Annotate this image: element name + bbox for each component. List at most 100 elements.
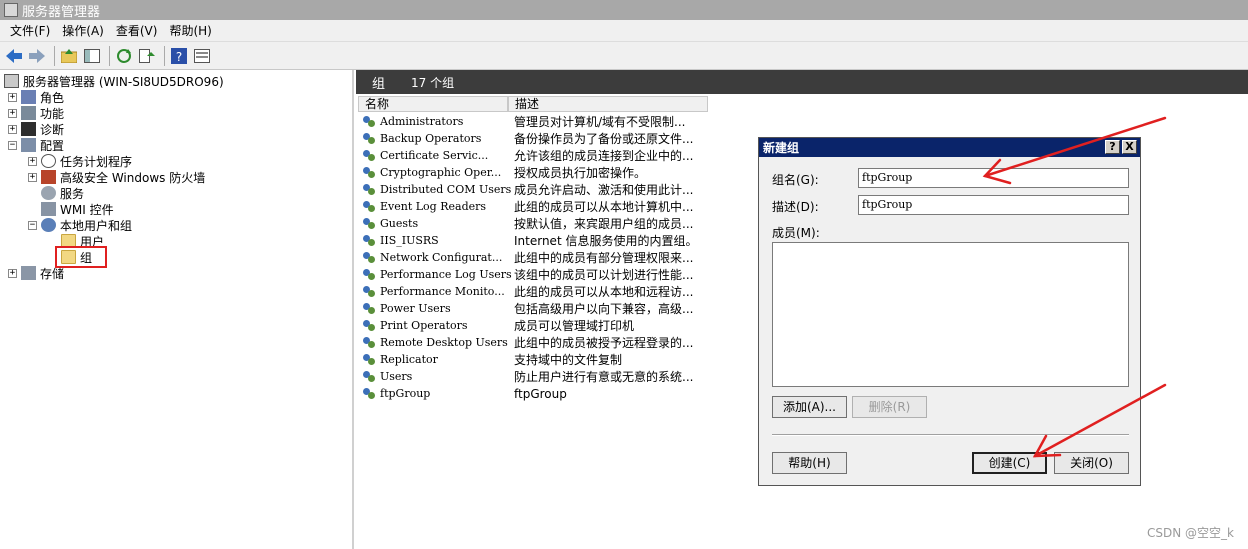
table-row[interactable]: Users 防止用户进行有意或无意的系统... [356, 368, 716, 385]
expand-icon[interactable]: + [28, 156, 37, 166]
show-hide-tree-icon[interactable] [82, 46, 102, 66]
group-icon [362, 319, 377, 333]
gear-icon [41, 186, 56, 200]
group-icon [362, 353, 377, 367]
help-icon[interactable]: ? [169, 46, 189, 66]
table-row[interactable]: Event Log Readers 此组的成员可以从本地计算机中... [356, 198, 716, 215]
group-name-cell: Users [362, 370, 512, 384]
dialog-help-button[interactable]: ? [1105, 140, 1120, 154]
menu-view[interactable]: 查看(V) [110, 22, 164, 39]
column-header-description[interactable]: 描述 [508, 96, 708, 112]
expand-icon[interactable]: + [8, 108, 17, 118]
group-name-text: Event Log Readers [380, 200, 487, 213]
menu-action[interactable]: 操作(A) [56, 22, 110, 39]
tree-item-label: 功能 [40, 106, 65, 121]
close-button[interactable]: 关闭(O) [1054, 452, 1129, 474]
table-row[interactable]: IIS_IUSRS Internet 信息服务使用的内置组。 [356, 232, 716, 249]
menu-bar: 文件(F) 操作(A) 查看(V) 帮助(H) [0, 20, 1248, 42]
group-name-cell: Performance Monito... [362, 285, 512, 299]
window-title: 服务器管理器 [22, 4, 101, 20]
tree-item-wmi-control[interactable]: WMI 控件 [41, 201, 114, 217]
group-description-cell: 包括高级用户以向下兼容，高级... [514, 302, 694, 316]
tree-item-label: 服务 [60, 186, 85, 201]
table-row[interactable]: Replicator 支持域中的文件复制 [356, 351, 716, 368]
expand-icon[interactable]: + [28, 172, 37, 182]
tree-item-roles[interactable]: + 角色 [8, 89, 64, 105]
add-member-button[interactable]: 添加(A)... [772, 396, 847, 418]
table-row[interactable]: Power Users 包括高级用户以向下兼容，高级... [356, 300, 716, 317]
forward-icon[interactable] [27, 46, 47, 66]
group-description-cell: 成员可以管理域打印机 [514, 319, 635, 333]
group-description-cell: Internet 信息服务使用的内置组。 [514, 234, 698, 248]
group-name-text: Users [380, 370, 413, 383]
group-name-cell: Power Users [362, 302, 512, 316]
tree-root[interactable]: 服务器管理器 (WIN-SI8UD5DRO96) [4, 73, 224, 89]
tree-item-local-users-groups[interactable]: − 本地用户和组 [28, 217, 132, 233]
group-name-cell: Event Log Readers [362, 200, 512, 214]
tree-item-diagnostics[interactable]: + 诊断 [8, 121, 64, 137]
table-row[interactable]: Administrators 管理员对计算机/域有不受限制... [356, 113, 716, 130]
table-row[interactable]: Performance Log Users 该组中的成员可以计划进行性能... [356, 266, 716, 283]
group-description-cell: 此组中的成员被授予远程登录的... [514, 336, 694, 350]
table-row[interactable]: Network Configurat... 此组中的成员有部分管理权限来... [356, 249, 716, 266]
group-description-cell: ftpGroup [514, 386, 567, 401]
group-description-cell: 允许该组的成员连接到企业中的... [514, 149, 694, 163]
menu-file[interactable]: 文件(F) [4, 22, 56, 39]
table-row[interactable]: Remote Desktop Users 此组中的成员被授予远程登录的... [356, 334, 716, 351]
dialog-separator [772, 434, 1129, 436]
up-folder-icon[interactable] [59, 46, 79, 66]
table-row[interactable]: Backup Operators 备份操作员为了备份或还原文件... [356, 130, 716, 147]
group-name-text: Guests [380, 217, 419, 230]
expand-icon[interactable]: + [8, 124, 17, 134]
tree-item-storage[interactable]: + 存储 [8, 265, 64, 281]
table-row[interactable]: Guests 按默认值，来宾跟用户组的成员... [356, 215, 716, 232]
table-row[interactable]: Performance Monito... 此组的成员可以从本地和远程访... [356, 283, 716, 300]
collapse-icon[interactable]: − [8, 140, 17, 150]
table-row[interactable]: Print Operators 成员可以管理域打印机 [356, 317, 716, 334]
collapse-icon[interactable]: − [28, 220, 37, 230]
server-icon [4, 74, 19, 88]
properties-icon[interactable] [192, 46, 212, 66]
watermark: CSDN @空空_k [1147, 526, 1234, 540]
group-name-text: Distributed COM Users [380, 183, 512, 196]
table-row[interactable]: Certificate Servic... 允许该组的成员连接到企业中的... [356, 147, 716, 164]
diagnostics-icon [21, 122, 36, 136]
group-name-text: Certificate Servic... [380, 149, 489, 162]
tree-item-features[interactable]: + 功能 [8, 105, 64, 121]
window-title-bar: 服务器管理器 [0, 0, 1248, 20]
tree-item-task-scheduler[interactable]: + 任务计划程序 [28, 153, 132, 169]
group-name-input[interactable]: ftpGroup [858, 168, 1129, 188]
group-icon [362, 149, 377, 163]
remove-member-button[interactable]: 删除(R) [852, 396, 927, 418]
group-description-cell: 该组中的成员可以计划进行性能... [514, 268, 694, 282]
menu-help[interactable]: 帮助(H) [163, 22, 217, 39]
clock-icon [41, 154, 56, 168]
group-name-cell: IIS_IUSRS [362, 234, 512, 248]
group-icon [362, 302, 377, 316]
members-list[interactable] [772, 242, 1129, 387]
column-header-name[interactable]: 名称 [358, 96, 508, 112]
group-name-cell: Remote Desktop Users [362, 336, 512, 350]
expand-icon[interactable]: + [8, 92, 17, 102]
table-row[interactable]: ftpGroup ftpGroup [356, 385, 716, 402]
tree-item-configuration[interactable]: − 配置 [8, 137, 64, 153]
description-input[interactable]: ftpGroup [858, 195, 1129, 215]
export-list-icon[interactable] [137, 46, 157, 66]
dialog-close-icon[interactable]: X [1122, 140, 1137, 154]
table-row[interactable]: Distributed COM Users 成员允许启动、激活和使用此计... [356, 181, 716, 198]
create-button[interactable]: 创建(C) [972, 452, 1047, 474]
description-label: 描述(D): [772, 200, 819, 214]
group-name-text: ftpGroup [380, 387, 431, 400]
table-row[interactable]: Cryptographic Oper... 授权成员执行加密操作。 [356, 164, 716, 181]
group-name-text: Power Users [380, 302, 451, 315]
expand-icon[interactable]: + [8, 268, 17, 278]
tree-item-firewall[interactable]: + 高级安全 Windows 防火墙 [28, 169, 205, 185]
tree-item-services[interactable]: 服务 [41, 185, 84, 201]
refresh-icon[interactable] [114, 46, 134, 66]
dialog-title: 新建组 [763, 141, 800, 155]
group-name-text: Performance Log Users [380, 268, 512, 281]
help-button[interactable]: 帮助(H) [772, 452, 847, 474]
group-count: 17 个组 [411, 75, 455, 90]
back-icon[interactable] [4, 46, 24, 66]
group-icon [362, 268, 377, 282]
